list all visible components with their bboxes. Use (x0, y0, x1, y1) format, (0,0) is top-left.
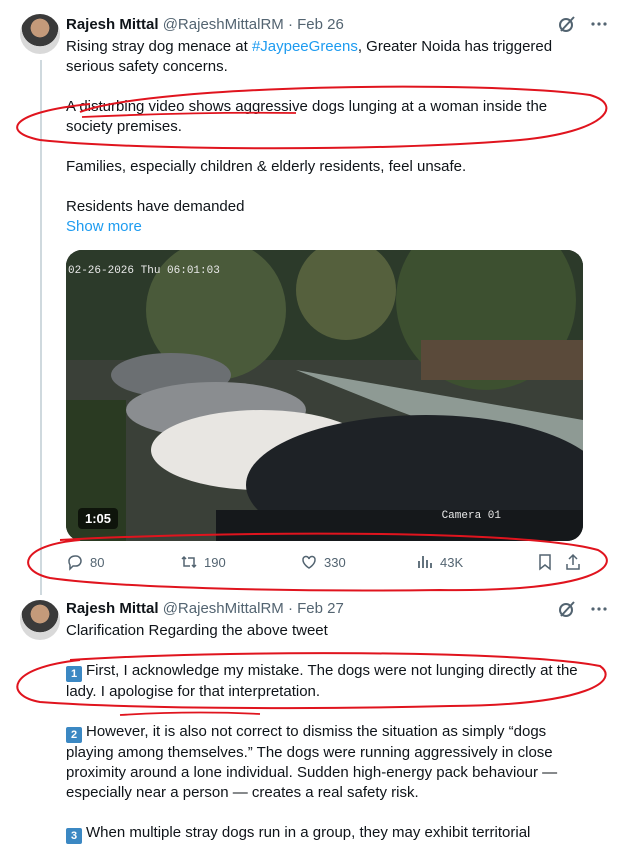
video-player[interactable]: 02-26-2026 Thu 06:01:03 Camera 01 1:05 (66, 250, 583, 541)
video-duration-badge: 1:05 (78, 508, 119, 529)
tweet-paragraph: Families, especially children & elderly … (66, 158, 467, 175)
hashtag-link[interactable]: #JaypeeGreens (252, 38, 358, 55)
tweet-action-bar: 80 190 330 43K (66, 553, 586, 577)
share-icon (566, 553, 580, 570)
text-segment: When multiple stray dogs run in a group,… (86, 824, 531, 841)
reply-icon (68, 555, 82, 571)
tweet-paragraph: 3 When multiple stray dogs run in a group… (66, 823, 586, 844)
author-name[interactable]: Rajesh Mittal (66, 16, 159, 33)
separator-dot: · (287, 600, 293, 617)
reply-button[interactable]: 80 (66, 553, 104, 571)
tweet-header: Rajesh Mittal @RajeshMittalRM · Feb 26 (66, 15, 344, 35)
bookmark-icon (539, 554, 551, 571)
tweet-title: Clarification Regarding the above tweet (66, 622, 328, 639)
tweet-paragraph: 2 However, it is also not correct to dism… (66, 722, 586, 803)
retweet-button[interactable]: 190 (180, 553, 226, 571)
tweet-header-actions (558, 600, 608, 623)
tweet-date[interactable]: Feb 27 (297, 600, 344, 617)
bookmark-button[interactable] (536, 553, 554, 571)
tweet-date[interactable]: Feb 26 (297, 16, 344, 33)
tweet-paragraph: A disturbing video shows aggressive dogs… (66, 98, 548, 135)
avatar[interactable] (20, 14, 60, 54)
tweet-header-actions (558, 15, 608, 38)
tweet-header: Rajesh Mittal @RajeshMittalRM · Feb 27 (66, 599, 344, 619)
like-button[interactable]: 330 (300, 553, 346, 571)
text-segment: However, it is also not correct to dismi… (66, 723, 558, 801)
text-segment: First, I acknowledge my mistake. The dog… (66, 662, 578, 700)
keycap-1-icon: 1 (66, 666, 82, 682)
avatar[interactable] (20, 600, 60, 640)
retweet-count: 190 (204, 554, 226, 570)
reply-count: 80 (90, 554, 105, 570)
more-dots-icon[interactable] (590, 600, 608, 623)
keycap-3-icon: 3 (66, 828, 82, 844)
author-name[interactable]: Rajesh Mittal (66, 600, 159, 617)
retweet-icon (181, 555, 197, 569)
more-dots-icon[interactable] (590, 15, 608, 38)
video-frame (66, 250, 583, 541)
separator-dot: · (287, 16, 293, 33)
tweet-body: Clarification Regarding the above tweet … (66, 621, 586, 844)
views-chart-icon (418, 556, 432, 568)
like-count: 330 (324, 554, 346, 570)
views-button[interactable]: 43K (416, 553, 463, 571)
tweet-paragraph: Residents have demanded (66, 198, 245, 215)
video-timestamp: 02-26-2026 Thu 06:01:03 (68, 265, 220, 277)
tweet-paragraph: Rising stray dog menace at #JaypeeGreens… (66, 37, 586, 77)
author-handle[interactable]: @RajeshMittalRM (163, 600, 284, 617)
grok-slash-icon[interactable] (558, 600, 576, 623)
camera-label: Camera 01 (441, 510, 501, 522)
keycap-2-icon: 2 (66, 727, 82, 743)
like-heart-icon (302, 555, 316, 569)
show-more-link[interactable]: Show more (66, 217, 586, 237)
thread-connector-line (40, 60, 42, 595)
views-count: 43K (440, 554, 464, 570)
text-segment: Rising stray dog menace at (66, 38, 252, 55)
tweet-body: Rising stray dog menace at #JaypeeGreens… (66, 37, 586, 237)
author-handle[interactable]: @RajeshMittalRM (163, 16, 284, 33)
share-button[interactable] (564, 553, 582, 571)
grok-slash-icon[interactable] (558, 15, 576, 38)
tweet-paragraph: 1 First, I acknowledge my mistake. The do… (66, 661, 586, 702)
